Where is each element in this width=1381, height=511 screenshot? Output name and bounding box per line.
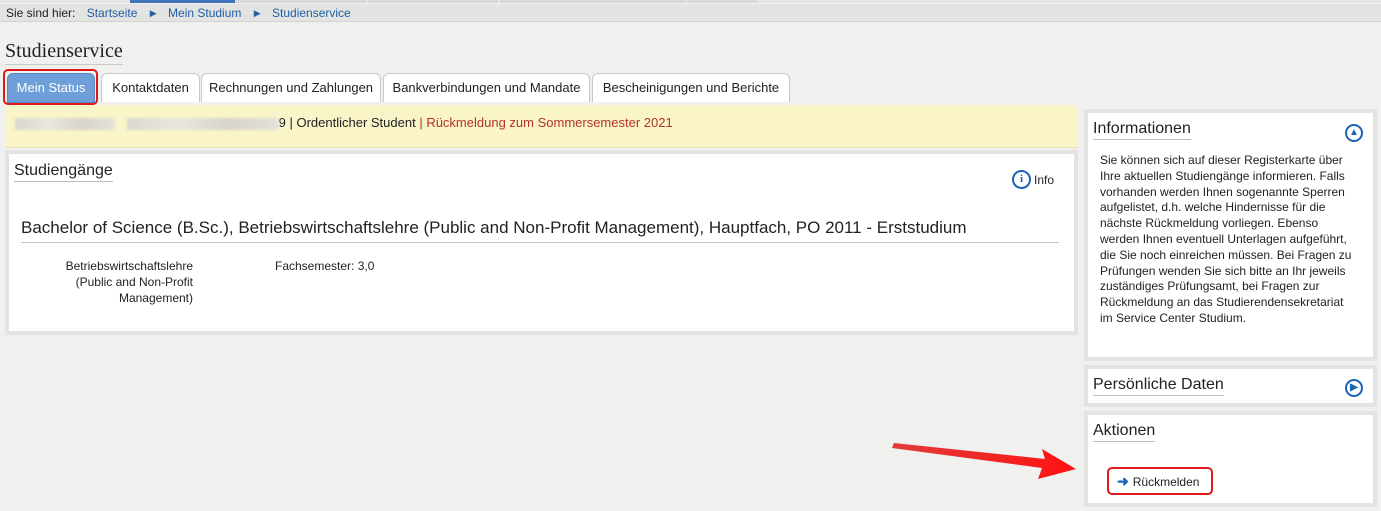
persoenliche-daten-title[interactable]: Persönliche Daten — [1093, 376, 1224, 396]
persoenliche-daten-panel: Persönliche Daten ▶ — [1084, 365, 1377, 407]
redacted-name — [15, 117, 115, 130]
reregistration-notice: | Rückmeldung zum Sommersemester 2021 — [419, 115, 673, 130]
chevron-up-circle-icon[interactable]: ▲ — [1345, 124, 1363, 142]
breadcrumb: Sie sind hier: Startseite ▶ Mein Studium… — [0, 4, 1381, 22]
rueckmelden-label: Rückmelden — [1132, 475, 1200, 489]
arrow-right-icon: ➜ — [1117, 473, 1129, 489]
tab-bescheinigungen-und-berichte[interactable]: Bescheinigungen und Berichte — [592, 73, 790, 102]
info-link[interactable]: i Info — [1011, 170, 1054, 189]
informationen-title: Informationen — [1093, 120, 1191, 140]
triangle-right-icon: ▶ — [253, 8, 261, 18]
informationen-text: Sie können sich auf dieser Registerkarte… — [1100, 153, 1352, 325]
tab-kontaktdaten[interactable]: Kontaktdaten — [101, 73, 200, 102]
aktionen-title: Aktionen — [1093, 422, 1156, 442]
triangle-right-icon: ▶ — [149, 8, 157, 18]
tab-highlight-annotation — [3, 69, 98, 105]
rueckmelden-button[interactable]: ➜ Rückmelden — [1107, 467, 1213, 495]
breadcrumb-link-mein-studium[interactable]: Mein Studium — [168, 6, 241, 20]
degree-heading: Bachelor of Science (B.Sc.), Betriebswir… — [21, 218, 1059, 243]
student-id-suffix: 9 — [278, 115, 286, 130]
red-arrow-annotation — [892, 443, 1076, 479]
tab-bankverbindungen-und-mandate[interactable]: Bankverbindungen und Mandate — [383, 73, 590, 102]
breadcrumb-link-startseite[interactable]: Startseite — [87, 6, 138, 20]
redacted-id — [126, 117, 279, 130]
info-label: Info — [1033, 172, 1054, 187]
student-type: Ordentlicher Student — [296, 115, 416, 130]
breadcrumb-label: Sie sind hier: — [6, 6, 76, 20]
breadcrumb-link-studienservice[interactable]: Studienservice — [272, 6, 351, 20]
informationen-panel: Informationen ▲ Sie können sich auf dies… — [1084, 109, 1377, 361]
subject-name: Betriebswirtschaftslehre (Public and Non… — [65, 259, 193, 305]
studies-panel: Studiengänge i Info Bachelor of Science … — [5, 150, 1078, 335]
aktionen-panel: Aktionen ➜ Rückmelden — [1084, 411, 1377, 507]
info-circle-icon: i — [1011, 170, 1031, 189]
top-strip — [0, 0, 1381, 3]
chevron-right-circle-icon[interactable]: ▶ — [1345, 379, 1363, 397]
studies-title: Studiengänge — [14, 162, 113, 182]
page-title: Studienservice — [5, 40, 123, 65]
status-separator: | — [285, 115, 297, 130]
student-status-bar: 9 | Ordentlicher Student | Rückmeldung z… — [5, 105, 1078, 148]
semester-count: Fachsemester: 3,0 — [275, 259, 375, 273]
tab-rechnungen-und-zahlungen[interactable]: Rechnungen und Zahlungen — [201, 73, 381, 102]
